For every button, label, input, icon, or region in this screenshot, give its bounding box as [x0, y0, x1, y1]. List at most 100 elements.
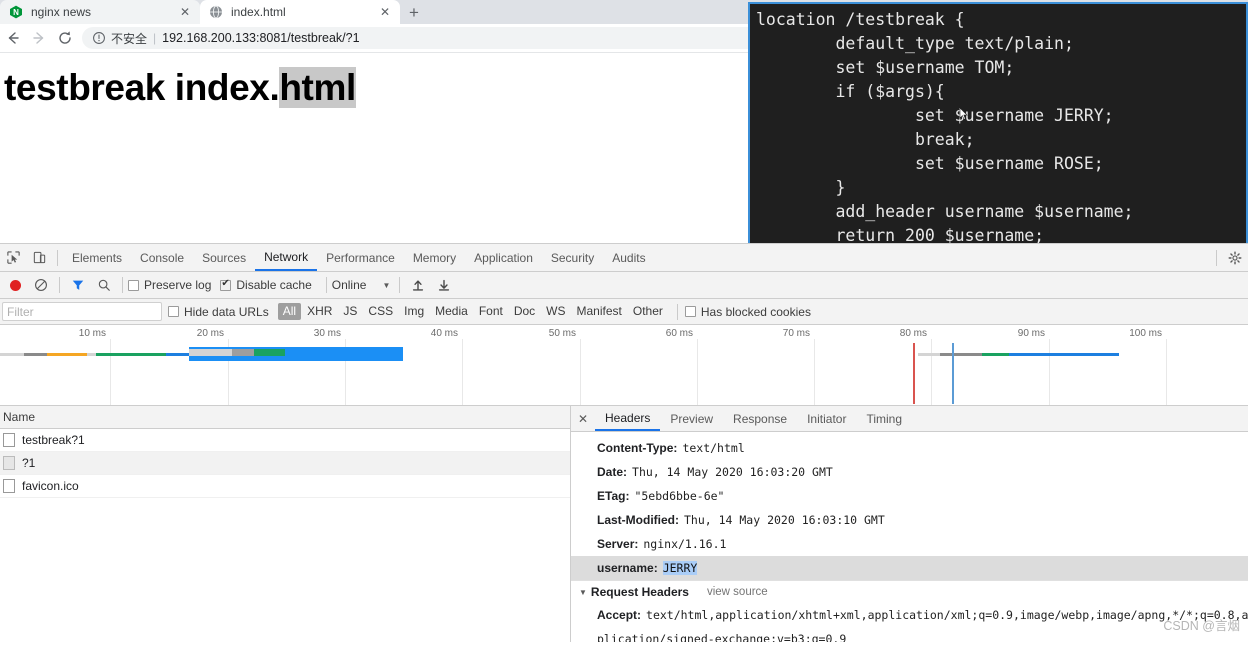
checkbox-icon	[128, 279, 139, 291]
tab-application[interactable]: Application	[465, 245, 542, 271]
tab-response[interactable]: Response	[723, 407, 797, 431]
tab-preview[interactable]: Preview	[660, 407, 723, 431]
request-name: testbreak?1	[22, 433, 85, 447]
header-value: text/html,application/xhtml+xml,applicat…	[646, 608, 1248, 622]
filter-type-ws[interactable]: WS	[541, 303, 570, 320]
filter-type-font[interactable]: Font	[474, 303, 508, 320]
record-button[interactable]	[2, 272, 28, 298]
tab-headers[interactable]: Headers	[595, 407, 661, 431]
dom-content-loaded-marker	[913, 343, 915, 404]
overview-tick-label: 60 ms	[665, 328, 693, 339]
tab-initiator[interactable]: Initiator	[797, 407, 856, 431]
browser-tab-index-html[interactable]: index.html ✕	[200, 0, 400, 24]
filter-type-xhr[interactable]: XHR	[302, 303, 337, 320]
overview-gridline	[462, 339, 463, 405]
filter-type-css[interactable]: CSS	[363, 303, 398, 320]
toolbar-divider	[59, 277, 60, 293]
filter-type-all[interactable]: All	[277, 303, 302, 320]
overview-segment-connection	[166, 353, 189, 356]
device-toolbar-icon[interactable]	[26, 245, 52, 271]
tab-sources[interactable]: Sources	[193, 245, 255, 271]
close-icon[interactable]: ✕	[377, 4, 393, 20]
tab-timing[interactable]: Timing	[856, 407, 912, 431]
section-title: Request Headers	[590, 585, 689, 599]
overview-gridline	[814, 339, 815, 405]
network-toolbar: Preserve log Disable cache Online ▼	[0, 272, 1248, 299]
hide-data-urls-checkbox[interactable]: Hide data URLs	[168, 305, 269, 319]
overview-segment-second-request-transfer	[1009, 353, 1119, 356]
close-icon[interactable]: ✕	[177, 4, 193, 20]
filter-type-doc[interactable]: Doc	[509, 303, 540, 320]
preserve-log-checkbox[interactable]: Preserve log	[128, 278, 211, 292]
tab-memory[interactable]: Memory	[404, 245, 465, 271]
filter-input[interactable]: Filter	[2, 302, 162, 321]
network-split-view: Name testbreak?1 ?1 favicon.ico ✕ Header…	[0, 406, 1248, 642]
request-list-header[interactable]: Name	[0, 406, 570, 429]
overview-segment-second-request-stalled	[940, 353, 982, 356]
has-blocked-cookies-checkbox[interactable]: Has blocked cookies	[684, 305, 811, 319]
not-secure-info-icon[interactable]	[92, 31, 106, 45]
search-icon[interactable]	[91, 272, 117, 298]
gear-icon[interactable]	[1222, 245, 1248, 271]
header-name: Accept:	[597, 608, 642, 622]
filter-type-other[interactable]: Other	[628, 303, 668, 320]
overview-segment-second-request-download	[982, 353, 1009, 356]
import-har-button[interactable]	[405, 272, 431, 298]
close-icon[interactable]: ✕	[571, 407, 595, 431]
header-row: Accept: text/html,application/xhtml+xml,…	[571, 603, 1248, 627]
disable-cache-checkbox[interactable]: Disable cache	[220, 278, 312, 292]
column-header-name: Name	[3, 410, 36, 424]
overview-segment-waiting	[47, 353, 87, 356]
reload-button[interactable]	[52, 25, 78, 51]
throttling-value: Online	[331, 278, 367, 292]
table-row[interactable]: testbreak?1	[0, 429, 570, 452]
watermark: CSDN @言烟	[1163, 619, 1240, 633]
record-icon	[9, 279, 21, 291]
overview-gridline	[580, 339, 581, 405]
header-value: plication/signed-exchange;v=b3;q=0.9	[597, 632, 847, 642]
filter-type-media[interactable]: Media	[430, 303, 473, 320]
inspect-element-icon[interactable]	[0, 245, 26, 271]
chevron-down-icon: ▼	[579, 587, 587, 597]
filter-type-manifest[interactable]: Manifest	[572, 303, 627, 320]
toolbar-divider	[676, 303, 678, 320]
nginx-config-overlay: location /testbreak { default_type text/…	[748, 2, 1248, 273]
tab-performance[interactable]: Performance	[317, 245, 404, 271]
filter-type-js[interactable]: JS	[338, 303, 362, 320]
header-row: ETag: "5ebd6bbe-6e"	[571, 484, 1248, 508]
overview-tick-label: 40 ms	[430, 328, 458, 339]
throttling-select[interactable]: Online ▼	[332, 278, 391, 292]
new-tab-button[interactable]: +	[402, 2, 426, 23]
toolbar-divider	[325, 277, 327, 293]
header-name: Content-Type:	[597, 441, 678, 455]
devtools-tabbar-right	[1211, 245, 1248, 271]
forward-button[interactable]	[26, 25, 52, 51]
overview-tick-label: 70 ms	[782, 328, 810, 339]
document-gray-icon	[3, 456, 15, 470]
header-name: Server:	[597, 537, 639, 551]
tab-console[interactable]: Console	[131, 245, 193, 271]
overview-tick-label: 80 ms	[899, 328, 927, 339]
clear-button[interactable]	[28, 272, 54, 298]
nginx-config-code: location /testbreak { default_type text/…	[756, 10, 1134, 269]
table-row[interactable]: favicon.ico	[0, 475, 570, 498]
export-har-button[interactable]	[431, 272, 457, 298]
address-bar-url: 192.168.200.133:8081/testbreak/?1	[162, 31, 360, 45]
filter-type-img[interactable]: Img	[399, 303, 429, 320]
document-icon	[3, 479, 15, 493]
table-row[interactable]: ?1	[0, 452, 570, 475]
network-overview-timeline[interactable]: 10 ms 20 ms 30 ms 40 ms 50 ms 60 ms 70 ms 80 ms…	[0, 325, 1248, 406]
page-title-plain: testbreak index.	[4, 67, 280, 108]
filter-icon[interactable]	[65, 272, 91, 298]
overview-segment-content-download	[96, 353, 166, 356]
tab-network[interactable]: Network	[255, 245, 318, 271]
request-details-tab-bar: ✕ Headers Preview Response Initiator Tim…	[571, 406, 1248, 432]
view-source-link[interactable]: view source	[707, 586, 768, 598]
devtools-panel: Elements Console Sources Network Perform…	[0, 243, 1248, 653]
tab-security[interactable]: Security	[542, 245, 603, 271]
browser-tab-nginx-news[interactable]: N nginx news ✕	[0, 0, 200, 24]
tab-elements[interactable]: Elements	[63, 245, 131, 271]
tab-audits[interactable]: Audits	[603, 245, 654, 271]
back-button[interactable]	[0, 25, 26, 51]
request-headers-section-title[interactable]: ▼ Request Headers view source	[571, 580, 1248, 603]
